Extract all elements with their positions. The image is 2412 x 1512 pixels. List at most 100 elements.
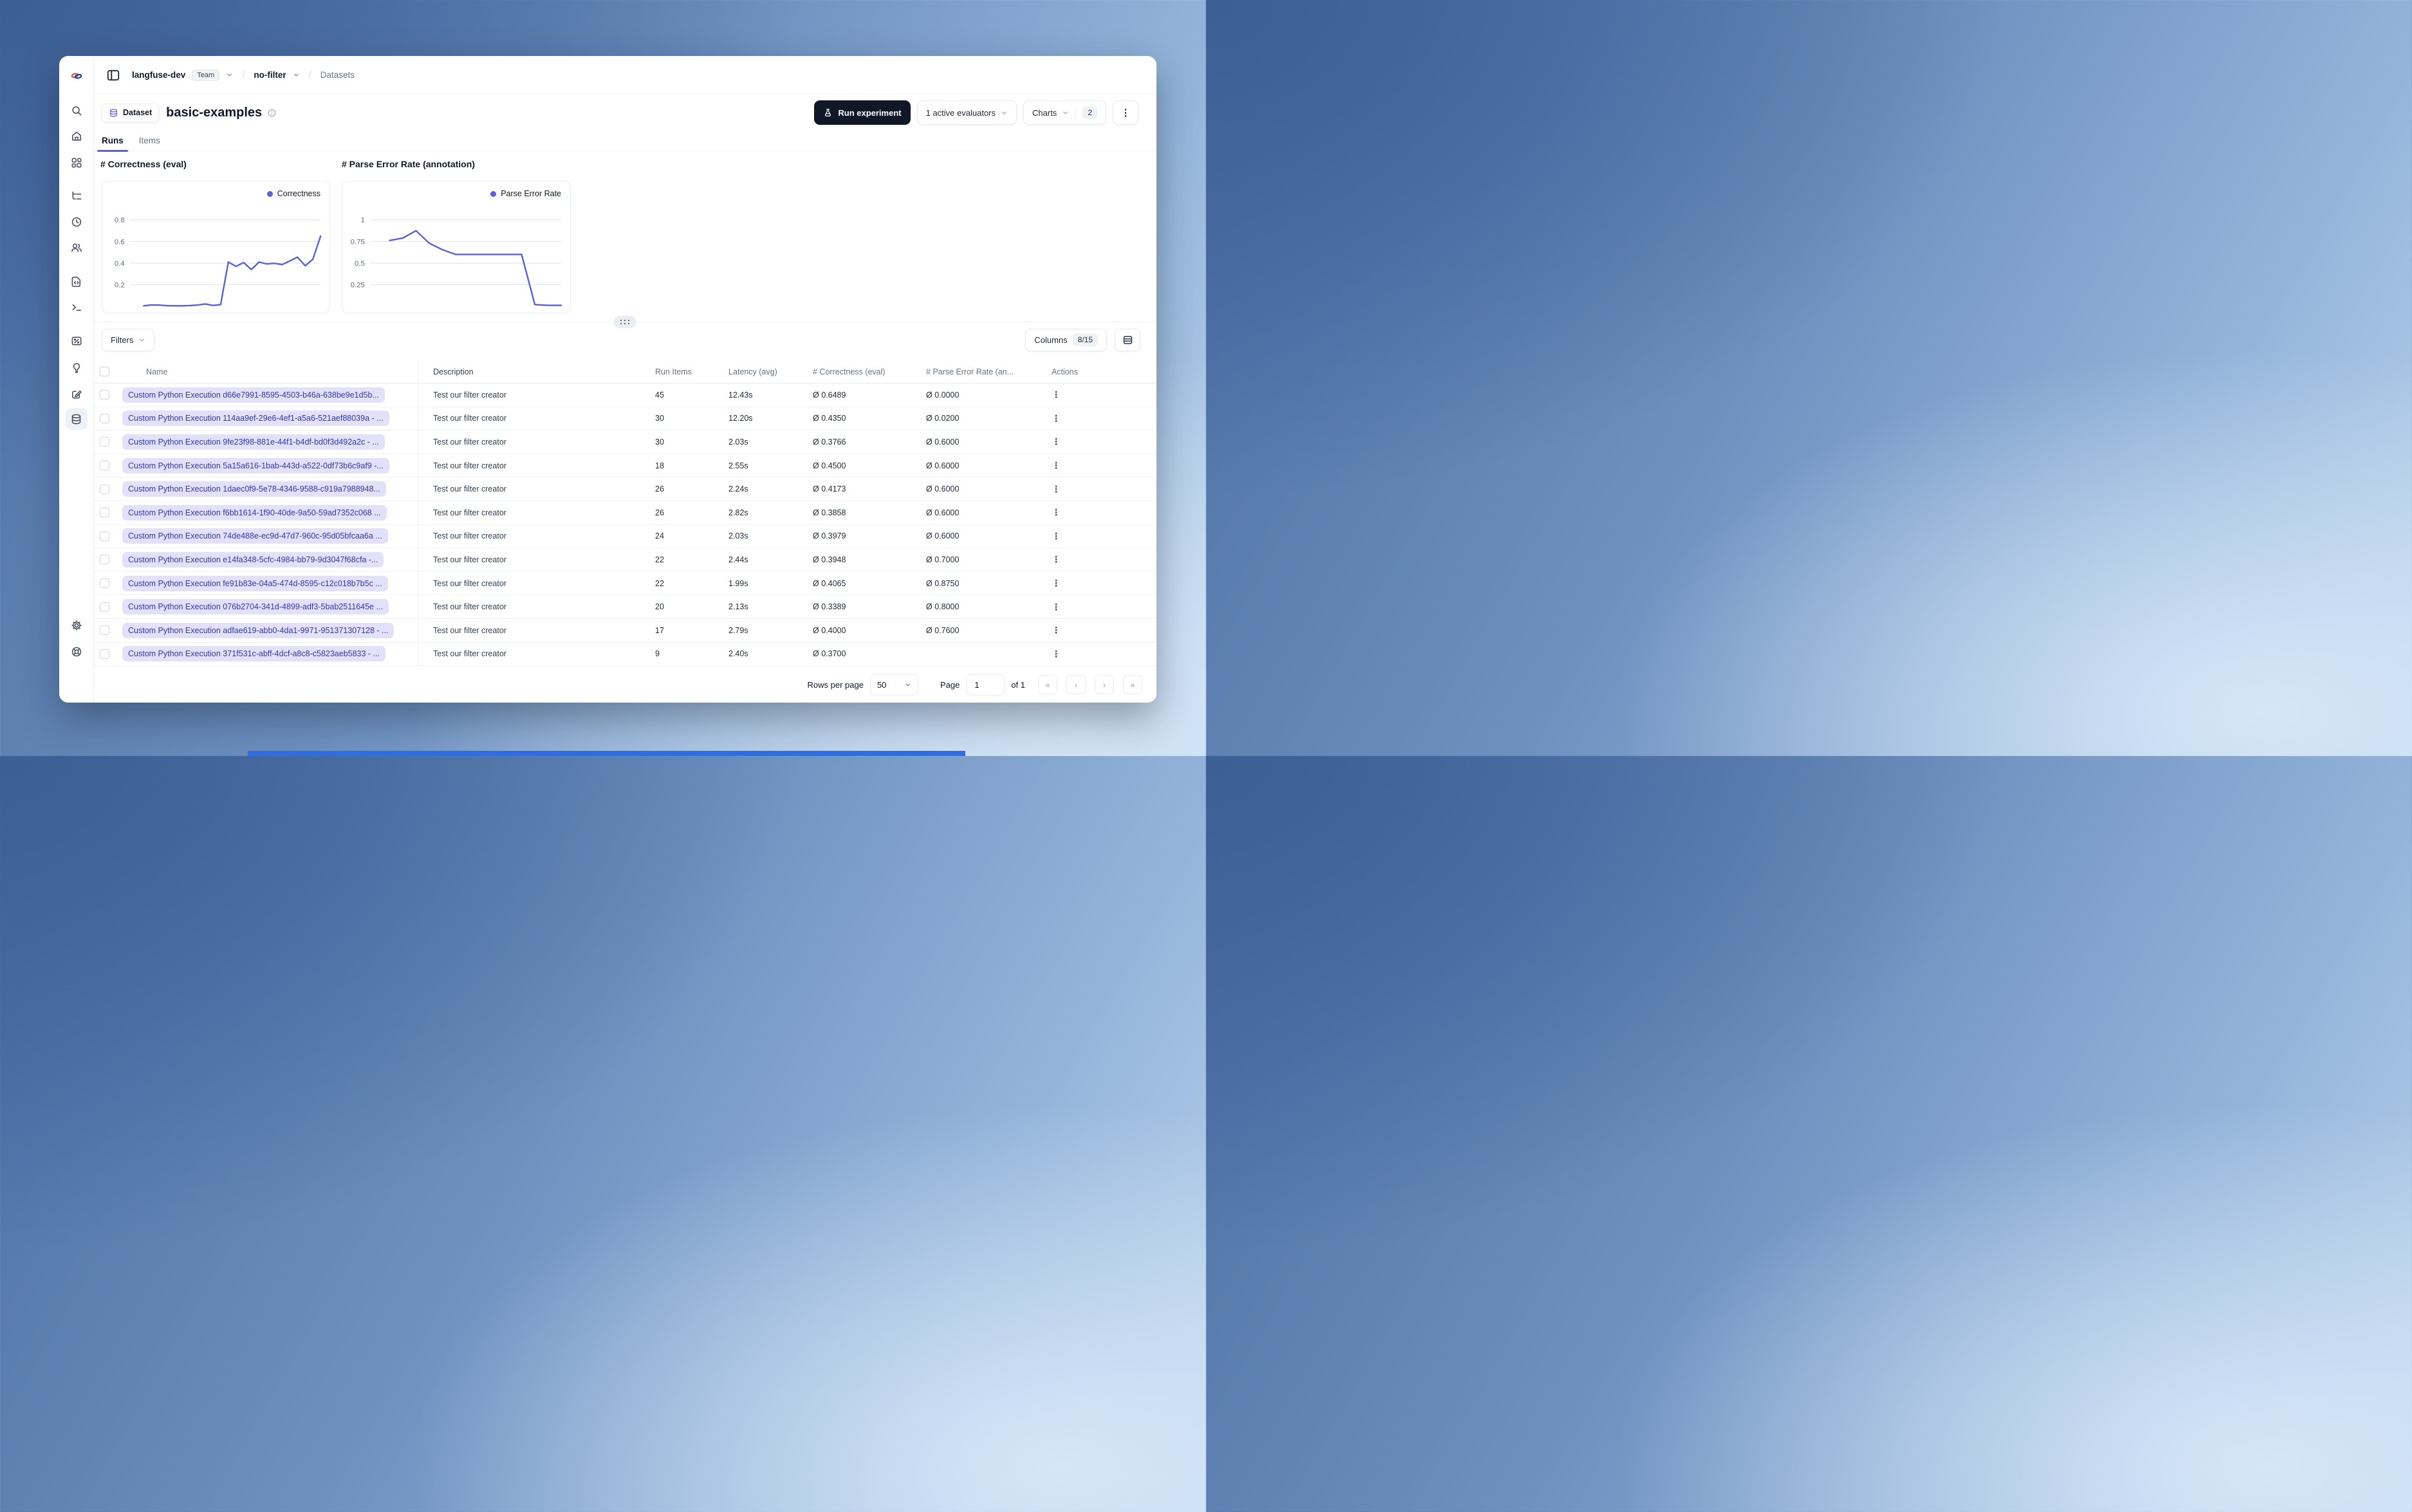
table-row[interactable]: Custom Python Execution 74de488e-ec9d-47…	[94, 524, 1156, 549]
row-actions-menu[interactable]: ⋮	[1052, 460, 1061, 470]
next-page-button[interactable]: ›	[1095, 675, 1114, 694]
sidebar-toggle-icon[interactable]	[106, 68, 120, 82]
row-checkbox[interactable]	[100, 555, 109, 565]
settings-gear-icon[interactable]	[70, 620, 82, 632]
row-checkbox[interactable]	[100, 390, 109, 400]
table-row[interactable]: Custom Python Execution 9fe23f98-881e-44…	[94, 430, 1156, 454]
row-height-button[interactable]	[1115, 328, 1140, 351]
filters-button[interactable]: Filters	[102, 328, 155, 351]
column-header-run-items[interactable]: Run Items	[655, 367, 728, 376]
dashboard-icon[interactable]	[70, 157, 82, 169]
playground-terminal-icon[interactable]	[70, 302, 82, 314]
row-actions-menu[interactable]: ⋮	[1052, 554, 1061, 564]
run-name-link[interactable]: Custom Python Execution 076b2704-341d-48…	[122, 599, 389, 615]
run-items-value: 22	[655, 578, 664, 588]
user-avatar[interactable]	[70, 679, 82, 692]
select-all-checkbox[interactable]	[100, 367, 109, 376]
previous-page-button[interactable]: ‹	[1066, 675, 1086, 694]
row-actions-menu[interactable]: ⋮	[1052, 484, 1061, 494]
table-row[interactable]: Custom Python Execution d66e7991-8595-45…	[94, 383, 1156, 407]
table-row[interactable]: Custom Python Execution f6bb1614-1f90-40…	[94, 501, 1156, 525]
column-header-latency[interactable]: Latency (avg)	[728, 367, 813, 376]
prompts-file-code-icon[interactable]	[70, 276, 82, 288]
run-name-link[interactable]: Custom Python Execution 74de488e-ec9d-47…	[122, 528, 388, 544]
langfuse-logo-icon[interactable]	[70, 70, 82, 82]
breadcrumb-org[interactable]: langfuse-dev	[132, 70, 185, 80]
page-actions-menu-button[interactable]: ⋮	[1113, 100, 1138, 125]
tab-runs[interactable]: Runs	[97, 131, 128, 152]
run-name-link[interactable]: Custom Python Execution 5a15a616-1bab-44…	[122, 457, 389, 474]
run-name-link[interactable]: Custom Python Execution adfae619-abb0-4d…	[122, 622, 394, 638]
home-icon[interactable]	[70, 131, 82, 143]
table-row[interactable]: Custom Python Execution adfae619-abb0-4d…	[94, 618, 1156, 643]
row-checkbox[interactable]	[100, 531, 109, 541]
row-actions-menu[interactable]: ⋮	[1052, 649, 1061, 659]
tracing-icon[interactable]	[70, 190, 82, 203]
breadcrumb-project[interactable]: no-filter	[254, 70, 286, 80]
row-checkbox[interactable]	[100, 578, 109, 589]
row-actions-menu[interactable]: ⋮	[1052, 625, 1061, 635]
datasets-database-icon[interactable]	[65, 408, 88, 430]
run-name-link[interactable]: Custom Python Execution d66e7991-8595-45…	[122, 387, 385, 403]
columns-button[interactable]: Columns 8/15	[1025, 328, 1107, 351]
table-row[interactable]: Custom Python Execution fe91b83e-04a5-47…	[94, 571, 1156, 596]
search-icon[interactable]	[70, 105, 82, 117]
run-name-link[interactable]: Custom Python Execution 371f531c-abff-4d…	[122, 646, 385, 662]
row-actions-menu[interactable]: ⋮	[1052, 531, 1061, 541]
row-actions-menu[interactable]: ⋮	[1052, 389, 1061, 400]
row-checkbox[interactable]	[100, 649, 109, 659]
run-name-link[interactable]: Custom Python Execution f6bb1614-1f90-40…	[122, 504, 387, 521]
row-actions-menu[interactable]: ⋮	[1052, 507, 1061, 517]
tab-items[interactable]: Items	[139, 131, 160, 151]
run-name-link[interactable]: Custom Python Execution 9fe23f98-881e-44…	[122, 434, 385, 450]
users-icon[interactable]	[70, 242, 82, 254]
insights-lightbulb-icon[interactable]	[70, 362, 82, 374]
sessions-clock-icon[interactable]	[70, 216, 82, 228]
last-page-button[interactable]: »	[1123, 675, 1142, 694]
run-name-link[interactable]: Custom Python Execution e14fa348-5cfc-49…	[122, 551, 384, 567]
column-header-description[interactable]: Description	[418, 367, 655, 376]
dataset-entity-label: Dataset	[123, 108, 153, 117]
run-name-link[interactable]: Custom Python Execution 114aa9ef-29e6-4e…	[122, 410, 389, 427]
column-header-parse-error[interactable]: # Parse Error Rate (an...	[926, 367, 1043, 376]
run-description: Test our filter creator	[433, 649, 506, 659]
first-page-button[interactable]: «	[1038, 675, 1057, 694]
annotation-clipboard-pen-icon[interactable]	[70, 388, 82, 400]
row-checkbox[interactable]	[100, 461, 109, 471]
info-icon[interactable]	[267, 108, 277, 118]
run-experiment-button[interactable]: Run experiment	[814, 100, 911, 125]
chevron-down-icon[interactable]	[293, 71, 300, 78]
row-checkbox[interactable]	[100, 602, 109, 612]
tab-bar: Runs Items	[94, 131, 1156, 152]
page-number-input[interactable]	[966, 674, 1005, 696]
table-row[interactable]: Custom Python Execution 5a15a616-1bab-44…	[94, 454, 1156, 478]
row-checkbox[interactable]	[100, 484, 109, 494]
table-row[interactable]: Custom Python Execution e14fa348-5cfc-49…	[94, 548, 1156, 572]
table-row[interactable]: Custom Python Execution 114aa9ef-29e6-4e…	[94, 407, 1156, 431]
table-row[interactable]: Custom Python Execution 1daec0f9-5e78-43…	[94, 477, 1156, 501]
row-actions-menu[interactable]: ⋮	[1052, 413, 1061, 423]
parse-error-value: Ø 0.8750	[926, 578, 960, 588]
row-actions-menu[interactable]: ⋮	[1052, 602, 1061, 612]
rows-per-page-select[interactable]: 50	[869, 674, 918, 696]
run-description: Test our filter creator	[433, 461, 506, 470]
svg-text:0.6: 0.6	[115, 238, 125, 246]
row-actions-menu[interactable]: ⋮	[1052, 578, 1061, 588]
evaluation-percent-icon[interactable]	[70, 335, 82, 347]
table-row[interactable]: Custom Python Execution 076b2704-341d-48…	[94, 595, 1156, 619]
run-name-link[interactable]: Custom Python Execution fe91b83e-04a5-47…	[122, 575, 388, 591]
chevron-down-icon[interactable]	[226, 71, 233, 78]
row-checkbox[interactable]	[100, 437, 109, 447]
support-lifebuoy-icon[interactable]	[70, 646, 82, 658]
column-header-name[interactable]: Name	[116, 360, 418, 383]
row-checkbox[interactable]	[100, 413, 109, 423]
breadcrumb-section-datasets[interactable]: Datasets	[320, 70, 355, 80]
active-evaluators-button[interactable]: 1 active evaluators	[916, 100, 1017, 125]
row-checkbox[interactable]	[100, 508, 109, 518]
charts-button[interactable]: Charts 2	[1023, 100, 1106, 125]
row-actions-menu[interactable]: ⋮	[1052, 436, 1061, 447]
run-name-link[interactable]: Custom Python Execution 1daec0f9-5e78-43…	[122, 481, 386, 497]
column-header-correctness[interactable]: # Correctness (eval)	[813, 367, 926, 376]
table-row[interactable]: Custom Python Execution 371f531c-abff-4d…	[94, 642, 1156, 667]
row-checkbox[interactable]	[100, 625, 109, 636]
